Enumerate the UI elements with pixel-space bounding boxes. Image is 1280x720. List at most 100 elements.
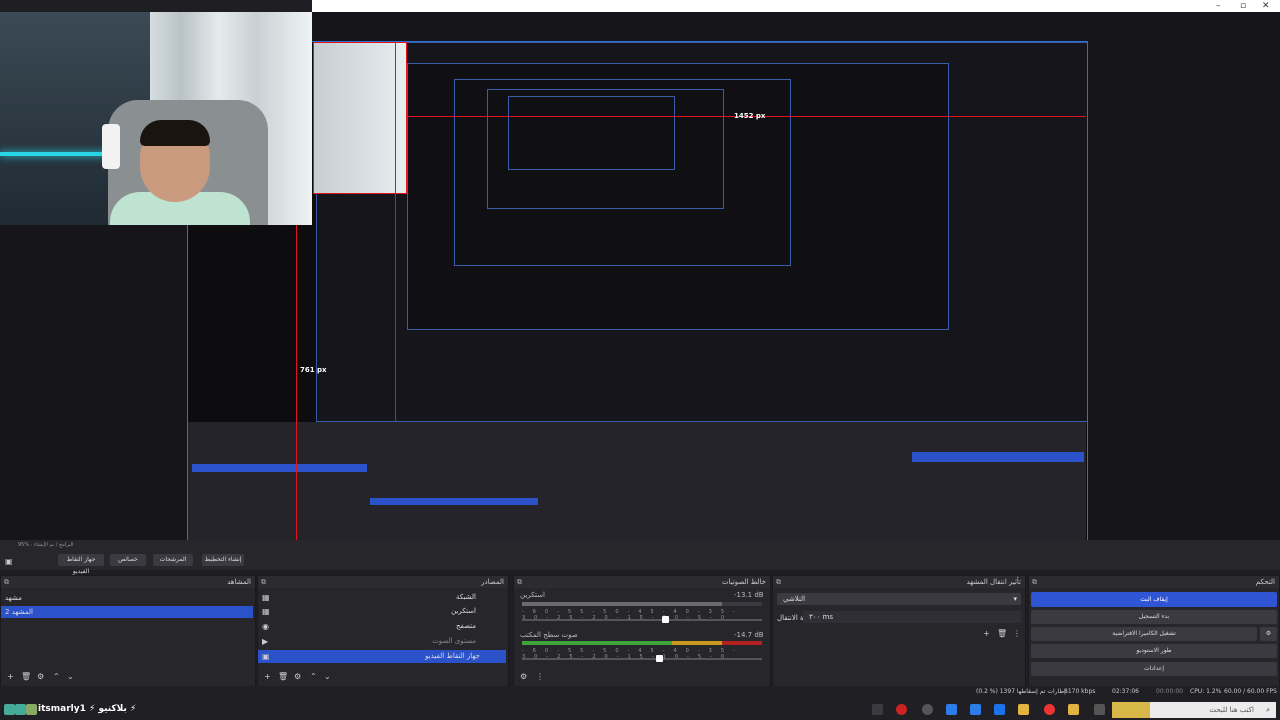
dock-header: ⧉ تأثير انتقال المشهد (773, 576, 1025, 588)
source-settings-icon[interactable]: ⚙ (294, 672, 301, 681)
source-item-3[interactable]: متصفح (264, 622, 502, 630)
px-label-1452: 1452 px (734, 112, 766, 120)
camera-icon[interactable]: ▣ (5, 557, 13, 566)
nested-preview-3 (454, 79, 791, 266)
start-virtual-camera-button[interactable]: تشغيل الكاميرا الافتراضية (1031, 627, 1257, 641)
nested-preview-5 (508, 96, 675, 170)
app-icon-4[interactable] (872, 704, 883, 715)
preview-area[interactable]: 1452 px 761 px (0, 12, 1280, 550)
float-icon[interactable]: ⧉ (4, 576, 9, 588)
camera-icon: ▣ (262, 652, 270, 661)
taskbar: itsmarly1 ⚡ بلاكنيو ⚡ اكتب هنا للبحث ⌕ (0, 700, 1280, 720)
add-source-icon[interactable]: + (264, 672, 271, 681)
dock-header: ⧉ المصادر (258, 576, 508, 588)
media-icon: ▶ (262, 637, 269, 646)
search-icon: ⌕ (1266, 706, 1270, 714)
app-icon-1[interactable] (4, 704, 15, 715)
remove-transition-icon[interactable]: 🗑 (997, 629, 1007, 638)
source-item-1[interactable]: الشبكة (264, 593, 502, 601)
preview-canvas[interactable]: 1452 px 761 px (187, 41, 1088, 550)
nested-docks (188, 422, 1086, 548)
move-down-icon[interactable]: ⌄ (324, 672, 331, 681)
scenes-dock: ⧉ المشاهد مشهد المشهد 2 + 🗑 ⚙ ⌃ ⌄ (0, 575, 256, 688)
nested-webcam (313, 42, 407, 194)
taskbar-app-label[interactable]: itsmarly1 ⚡ بلاكنيو ⚡ (38, 704, 136, 714)
transition-select[interactable]: التلاشي ▾ (777, 593, 1021, 605)
rec-time: 00:00:00 (1156, 688, 1183, 695)
dock-header: ⧉ المشاهد (1, 576, 255, 588)
cpu-usage: CPU: 1.2% (1190, 688, 1222, 695)
studio-mode-button[interactable]: طور الاستوديو (1031, 644, 1277, 658)
zoom-label: 95% · البرامج / تم الإنشاء (18, 542, 74, 548)
kebab-menu-icon[interactable]: ⋮ (536, 672, 544, 681)
px-label-761: 761 px (300, 366, 327, 374)
meter-level-2b (672, 641, 722, 645)
filters-button[interactable]: المرشحات (153, 554, 193, 566)
fader-handle-2[interactable] (656, 655, 663, 662)
search-highlight-image (1112, 702, 1150, 718)
kebab-menu-icon[interactable]: ⋮ (1013, 629, 1021, 638)
search-box[interactable]: اكتب هنا للبحث ⌕ (1150, 702, 1276, 718)
move-down-icon[interactable]: ⌄ (67, 672, 74, 681)
app-icon-6[interactable] (970, 704, 981, 715)
scene-item-1[interactable]: مشهد (5, 594, 245, 602)
search-placeholder: اكتب هنا للبحث (1209, 706, 1254, 714)
meter-level-1 (522, 602, 722, 606)
properties-button[interactable]: خصائص (110, 554, 146, 566)
task-view-icon[interactable] (1094, 704, 1105, 715)
remove-scene-icon[interactable]: 🗑 (21, 672, 31, 681)
scene-item-2[interactable]: المشهد 2 (1, 606, 253, 618)
move-up-icon[interactable]: ⌃ (53, 672, 60, 681)
folder-icon[interactable] (1018, 704, 1029, 715)
remove-source-icon[interactable]: 🗑 (278, 672, 288, 681)
settings-button[interactable]: إعدادات (1031, 662, 1277, 676)
source-item-2[interactable]: استكرين (264, 607, 502, 615)
controls-dock: ⧉ التحكم إيقاف البث بدء التسجيل تشغيل الك… (1028, 575, 1280, 688)
fader-handle-1[interactable] (662, 616, 669, 623)
move-up-icon[interactable]: ⌃ (310, 672, 317, 681)
stop-streaming-button[interactable]: إيقاف البث (1031, 592, 1277, 607)
scene-filters-icon[interactable]: ⚙ (37, 672, 44, 681)
grid-icon: ▦ (262, 593, 270, 602)
float-icon[interactable]: ⧉ (1032, 576, 1037, 588)
float-icon[interactable]: ⧉ (776, 576, 781, 588)
track-db-1: -13.1 dB (734, 591, 764, 599)
nested-preview-1 (316, 42, 1087, 422)
close-button[interactable]: ✕ (1262, 0, 1270, 12)
app-icon-2[interactable] (15, 704, 26, 715)
nested-preview-4 (487, 89, 724, 209)
obs-icon[interactable] (896, 704, 907, 715)
transitions-dock: ⧉ تأثير انتقال المشهد التلاشي ▾ مدة الانتق… (772, 575, 1026, 688)
start-recording-button[interactable]: بدء التسجيل (1031, 610, 1277, 624)
sources-dock: ⧉ المصادر الشبكة استكرين متصفح مستوى الصو… (257, 575, 509, 688)
fader-track-2[interactable] (522, 658, 762, 660)
track-name-1: استكرين (520, 591, 545, 599)
app-icon-5[interactable] (946, 704, 957, 715)
nested-source-selected (370, 498, 538, 505)
audio-mixer-dock: ⧉ خالط الصوتيات استكرين -13.1 dB -60-55-5… (513, 575, 771, 688)
source-item-5[interactable]: جهاز التقاط الفيديو (258, 650, 506, 663)
window-titlebar: – ▫ ✕ (312, 0, 1280, 12)
mixer-settings-icon[interactable]: ⚙ (520, 672, 527, 681)
chevron-down-icon: ▾ (1013, 595, 1017, 603)
bitrate: 8170 kbps (1064, 688, 1096, 695)
maximize-button[interactable]: ▫ (1240, 0, 1246, 12)
device-button[interactable]: جهاز التقاط الفيديو (58, 554, 104, 575)
minimize-button[interactable]: – (1216, 0, 1221, 12)
chrome-icon[interactable] (1044, 704, 1055, 715)
float-icon[interactable]: ⧉ (261, 576, 266, 588)
fader-track-1[interactable] (522, 619, 762, 621)
source-item-4[interactable]: مستوى الصوت (264, 637, 502, 645)
virtual-camera-settings-icon[interactable]: ⚙ (1260, 627, 1277, 641)
app-icon-3[interactable] (26, 704, 37, 715)
mail-icon[interactable] (994, 704, 1005, 715)
browser-icon: ◉ (262, 622, 269, 631)
add-scene-icon[interactable]: + (7, 672, 14, 681)
duration-input[interactable]: ٣٠٠ ms (803, 611, 1021, 623)
explorer-icon[interactable] (1068, 704, 1079, 715)
float-icon[interactable]: ⧉ (517, 576, 522, 588)
gear-icon[interactable] (922, 704, 933, 715)
add-transition-icon[interactable]: + (983, 629, 990, 638)
sources-title: المصادر (481, 578, 504, 586)
layout-button[interactable]: إنشاء التخطيط (202, 554, 244, 566)
